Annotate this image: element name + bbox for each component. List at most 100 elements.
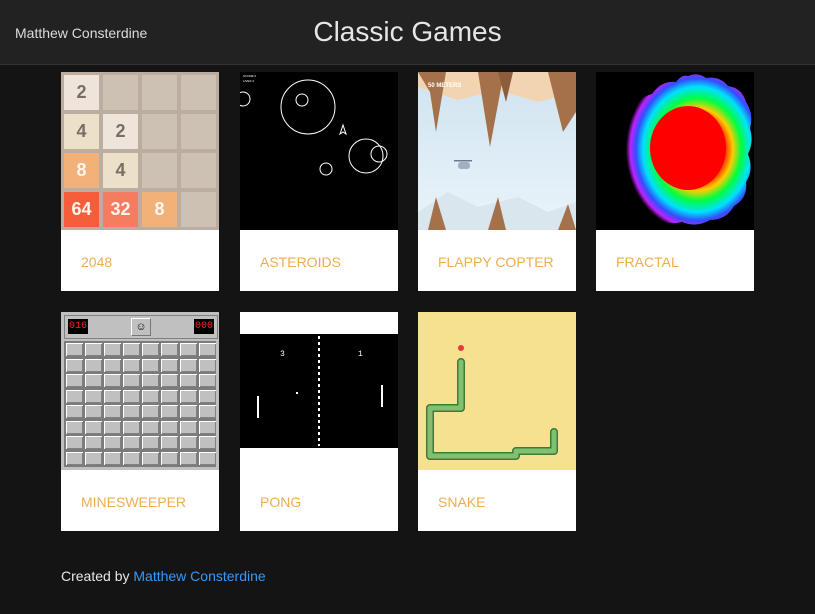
game-card-minesweeper[interactable]: 016 ☺ 000 MINESWEEPER [61,312,219,531]
minesweeper-cell [66,389,83,403]
left-paddle [257,396,259,418]
minesweeper-cell [104,358,121,372]
minesweeper-cell [142,358,159,372]
minesweeper-cell [123,420,140,434]
flappy-scene: 50 METERS [418,72,576,230]
footer-prefix: Created by [61,568,130,584]
tile: 4 [64,114,99,149]
minesweeper-cell [85,358,102,372]
minesweeper-cell [66,343,83,356]
left-score: 3 [280,350,285,359]
tile: 8 [142,192,177,227]
game-card-flappy-copter[interactable]: 50 METERS FLAPPY COPTER [418,72,576,291]
minesweeper-cell [161,374,178,387]
empty-tile [181,153,216,188]
game-label: MINESWEEPER [81,494,187,510]
pong-scene: 3 1 [240,312,398,470]
footer: Created by Matthew Consterdine [61,568,266,584]
minesweeper-cell [104,436,121,449]
minesweeper-cell [142,374,159,387]
game-card-2048[interactable]: 2 4 2 8 4 64 32 8 2048 [61,72,219,291]
minesweeper-cell [142,343,159,356]
tile: 2 [103,114,138,149]
game-card-pong[interactable]: 3 1 PONG [240,312,398,531]
minesweeper-cell [161,436,178,449]
empty-tile [181,192,216,227]
tile: 32 [103,192,138,227]
minesweeper-cell [180,405,197,418]
game-label: 2048 [81,254,113,270]
ball [296,392,298,394]
thumbnail-snake [418,312,576,470]
asteroids-score: SCORE 0 [243,74,257,78]
meters-label: 50 METERS [428,83,461,89]
game-label: FLAPPY COPTER [438,254,554,270]
minesweeper-cell [142,405,159,418]
tile: 8 [64,153,99,188]
minesweeper-grid [64,341,216,467]
minesweeper-cell [180,436,197,449]
minesweeper-cell [85,451,102,465]
empty-tile [103,75,138,110]
minesweeper-cell [123,343,140,356]
minesweeper-cell [123,374,140,387]
minesweeper-cell [123,436,140,449]
asteroids-scene: SCORE 0 LIVES 3 [240,72,398,230]
right-score: 1 [358,350,363,359]
minesweeper-cell [142,436,159,449]
thumbnail-flappy-copter: 50 METERS [418,72,576,230]
asteroids-lives: LIVES 3 [243,79,254,83]
fractal-scene [596,72,754,230]
minesweeper-cell [104,374,121,387]
minesweeper-cell [104,343,121,356]
game-label: PONG [260,494,302,510]
game-label: FRACTAL [616,254,679,270]
footer-author-link[interactable]: Matthew Consterdine [133,568,265,584]
minesweeper-cell [104,389,121,403]
thumbnail-asteroids: SCORE 0 LIVES 3 [240,72,398,230]
minesweeper-cell [199,420,216,434]
thumbnail-minesweeper: 016 ☺ 000 [61,312,219,470]
game-card-fractal[interactable]: FRACTAL [596,72,754,291]
minesweeper-cell [123,451,140,465]
minesweeper-cell [85,389,102,403]
minesweeper-cell [161,358,178,372]
minesweeper-cell [66,451,83,465]
minesweeper-cell [161,343,178,356]
minesweeper-cell [123,358,140,372]
minesweeper-cell [104,451,121,465]
game-card-asteroids[interactable]: SCORE 0 LIVES 3 ASTEROIDS [240,72,398,291]
minesweeper-cell [199,374,216,387]
minesweeper-cell [161,405,178,418]
apple-icon [458,345,464,351]
minesweeper-cell [85,374,102,387]
smiley-icon: ☺ [131,318,151,336]
minesweeper-cell [104,420,121,434]
minesweeper-cell [66,358,83,372]
minesweeper-cell [161,420,178,434]
right-paddle [381,385,383,407]
minesweeper-cell [66,374,83,387]
minesweeper-cell [142,420,159,434]
minesweeper-cell [199,343,216,356]
thumbnail-pong: 3 1 [240,312,398,470]
thumbnail-fractal [596,72,754,230]
minesweeper-cell [142,451,159,465]
minesweeper-cell [180,343,197,356]
minesweeper-cell [199,436,216,449]
copter [458,162,470,169]
game-card-snake[interactable]: SNAKE [418,312,576,531]
empty-tile [142,75,177,110]
page-title: Classic Games [313,16,502,47]
mine-counter: 016 [68,319,88,334]
minesweeper-cell [199,358,216,372]
empty-tile [142,153,177,188]
game-label: SNAKE [438,494,486,510]
minesweeper-cell [199,389,216,403]
minesweeper-cell [161,389,178,403]
empty-tile [181,75,216,110]
tile: 64 [64,192,99,227]
minesweeper-cell [180,358,197,372]
snake-scene [418,312,576,470]
empty-tile [181,114,216,149]
